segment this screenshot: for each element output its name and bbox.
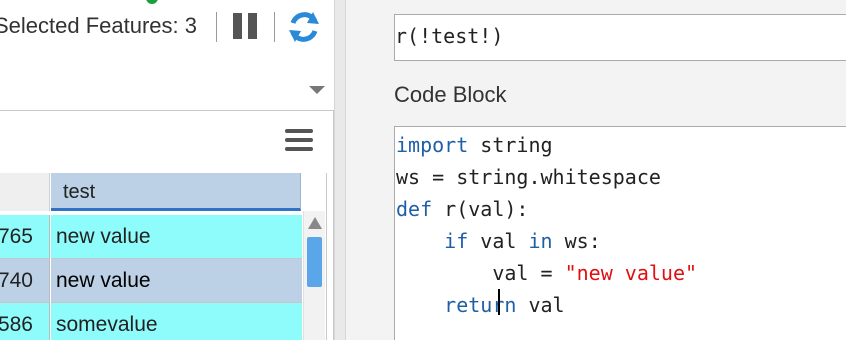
toolbar-separator: [216, 12, 217, 42]
code-line: val = "new value": [492, 261, 698, 285]
code-line: ws = string.whitespace: [396, 165, 661, 189]
expression-input[interactable]: r(!test!): [394, 14, 846, 61]
scrollbar-thumb[interactable]: [307, 237, 322, 287]
code-line: if val in ws:: [444, 229, 601, 253]
table-right-edge: [326, 173, 327, 340]
test-value-cell[interactable]: somevalue: [51, 303, 302, 340]
table-row[interactable]: 586 somevalue: [0, 303, 302, 340]
table-row[interactable]: 765 new value: [0, 215, 302, 259]
menu-icon[interactable]: [285, 129, 313, 151]
calculate-field-pane: r(!test!) Code Block import string ws = …: [346, 0, 846, 340]
code-block-editor[interactable]: import string ws = string.whitespace def…: [394, 126, 846, 340]
row-number-cell: 586: [0, 303, 50, 340]
text-caret: [498, 289, 500, 315]
refresh-icon[interactable]: [286, 9, 322, 45]
row-header-cell: [0, 173, 50, 211]
pane-splitter[interactable]: [334, 0, 346, 340]
row-number-cell: 740: [0, 259, 50, 303]
dropdown-arrow-icon[interactable]: [309, 86, 325, 94]
vertical-scrollbar[interactable]: [303, 211, 325, 340]
selected-features-count: Selected Features: 3: [0, 13, 198, 38]
table-row[interactable]: 740 new value: [0, 259, 302, 303]
table-header-row: test: [0, 173, 302, 211]
pause-icon[interactable]: [233, 13, 259, 39]
expression-text: r(!test!): [395, 24, 504, 48]
table-toolbar: Selected Features: 3: [0, 0, 334, 56]
attribute-table-pane: Selected Features: 3 test 765 new value …: [0, 0, 334, 340]
row-number-cell: 765: [0, 215, 50, 259]
scroll-up-arrow-icon[interactable]: [308, 217, 322, 229]
test-value-cell[interactable]: new value: [51, 215, 302, 259]
code-line: return val: [444, 293, 565, 317]
column-header-test[interactable]: test: [51, 173, 301, 211]
toolbar-separator: [274, 12, 275, 42]
test-value-cell[interactable]: new value: [51, 259, 302, 303]
code-line: import string: [396, 133, 553, 157]
code-block-label: Code Block: [394, 82, 507, 107]
code-line: def r(val):: [396, 197, 529, 221]
